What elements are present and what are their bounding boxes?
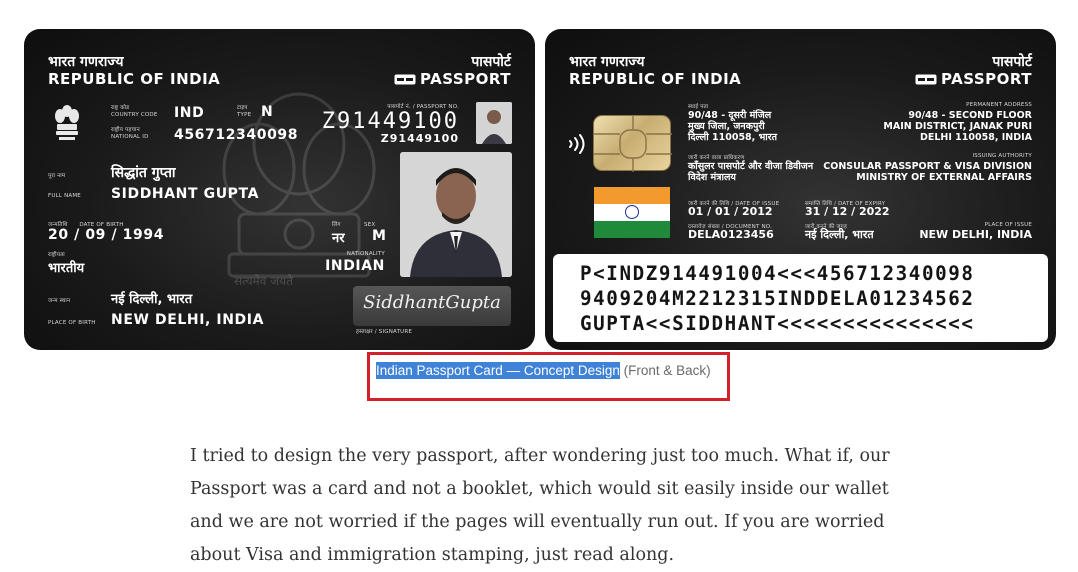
person-photo-icon [400,152,512,277]
ashoka-emblem-icon [55,105,79,140]
pob-hindi: नई दिल्ली, भारत [111,292,193,307]
mrz-line-1: P<INDZ914491004<<<456712340098 [580,262,975,285]
national-id-value: 456712340098 [174,127,299,143]
type-value: N [261,104,274,120]
sex-value-hindi: नर [332,231,345,246]
passport-card-front: सत्यमेव जयते भारत गणराज्य REPUBLIC OF IN… [24,29,535,350]
authority-value: CONSULAR PASSPORT & VISA DIVISION MINISTR… [823,161,1032,183]
full-name-hindi: सिद्धांत गुप्ता [111,165,176,181]
nationality-label: NATIONALITY [346,251,385,257]
photo-main [400,152,512,277]
nationality-value: INDIAN [325,258,385,274]
document-no-value: DELA0123456 [688,228,774,241]
authority-hindi: कॉंसुलर पासपोर्ट और वीजा डिवीजन विदेश मंत… [688,161,814,183]
type-label: टाइप TYPE [237,105,252,118]
country-code-label: राष्ट्र कोड COUNTRY CODE [111,105,158,118]
mrz-line-2: 9409204M2212315INDDELA01234562 [580,287,975,310]
nationality-label-hindi: राष्ट्रीयता [48,252,65,258]
signature: SiddhantGupta [363,292,501,313]
image-caption[interactable]: Indian Passport Card — Concept Design (F… [376,362,711,379]
sex-label: लिंग SEX [332,222,376,228]
signature-label: हस्ताक्षर / SIGNATURE [356,329,413,335]
smart-chip-icon [593,115,672,172]
nationality-hindi: भारतीय [48,261,85,276]
country-name-hindi: भारत गणराज्य [48,54,124,70]
caption-text[interactable]: (Front & Back) [620,363,711,378]
poi-hindi: नई दिल्ली, भारत [805,228,874,241]
country-code-value: IND [174,105,205,121]
image-caption-highlight: Indian Passport Card — Concept Design (F… [367,352,730,401]
full-name-value: SIDDHANT GUPTA [111,186,260,202]
passport-title-back: PASSPORT [915,70,1032,88]
passport-title-hindi: पासपोर्ट [471,54,511,70]
article-line: about Visa and immigration stamping, jus… [190,545,675,565]
poi-value: NEW DELHI, INDIA [919,228,1032,241]
caption-selected-text[interactable]: Indian Passport Card — Concept Design [376,362,620,379]
authority-label: ISSUING AUTHORITY [972,153,1032,159]
india-flag-icon [594,187,670,238]
passport-symbol-icon [394,74,416,85]
address-hindi: 90/48 - दूसरी मंजिल मुख्य जिला, जनकपुरी दि… [688,110,778,143]
motto-watermark: सत्यमेव जयते [234,274,293,288]
article-line: and we are not worried if the pages will… [190,512,885,532]
pob-label-hindi: जन्म स्थान [48,298,71,304]
address-label-hindi: स्थाई पता [688,104,709,110]
passport-card-back: भारत गणराज्य REPUBLIC OF INDIA पासपोर्ट … [545,29,1056,350]
address-label: PERMANENT ADDRESS [966,102,1032,108]
passport-title-text-back: PASSPORT [940,70,1032,88]
article-line: Passport was a card and not a booklet, w… [190,479,889,499]
country-name-hindi-back: भारत गणराज्य [569,54,645,70]
pob-label: PLACE OF BIRTH [48,320,96,326]
contactless-icon [569,134,585,154]
photo-thumbnail [476,102,512,144]
full-name-label: FULL NAME [48,193,81,199]
person-silhouette-icon [476,102,512,144]
expiry-date-value: 31 / 12 / 2022 [805,205,890,218]
national-id-label: राष्ट्रीय पहचान NATIONAL ID [111,127,149,140]
passport-title-text: PASSPORT [419,70,511,88]
article-line: I tried to design the very passport, aft… [190,446,890,466]
passport-no-large: Z91449100 [321,109,459,134]
passport-no-value: Z91449100 [380,132,459,145]
sex-value: M [372,228,387,244]
authority-label-hindi: जारी करने वाला प्राधिकरण [688,155,745,161]
country-name: REPUBLIC OF INDIA [48,70,221,88]
dob-value: 20 / 09 / 1994 [48,227,165,243]
passport-title-hindi-back: पासपोर्ट [992,54,1032,70]
mrz-line-3: GUPTA<<SIDDHANT<<<<<<<<<<<<<<< [580,312,975,335]
machine-readable-zone: P<INDZ914491004<<<456712340098 9409204M2… [553,254,1048,342]
address-value: 90/48 - SECOND FLOOR MAIN DISTRICT, JANAK… [883,110,1032,143]
signature-box: SiddhantGupta [353,286,511,326]
country-name-back: REPUBLIC OF INDIA [569,70,742,88]
pob-value: NEW DELHI, INDIA [111,312,265,328]
passport-symbol-icon [915,74,937,85]
issue-date-value: 01 / 01 / 2012 [688,205,773,218]
passport-title: PASSPORT [394,70,511,88]
full-name-label-hindi: पूरा नाम [48,173,66,179]
article-paragraph: I tried to design the very passport, aft… [190,440,910,572]
